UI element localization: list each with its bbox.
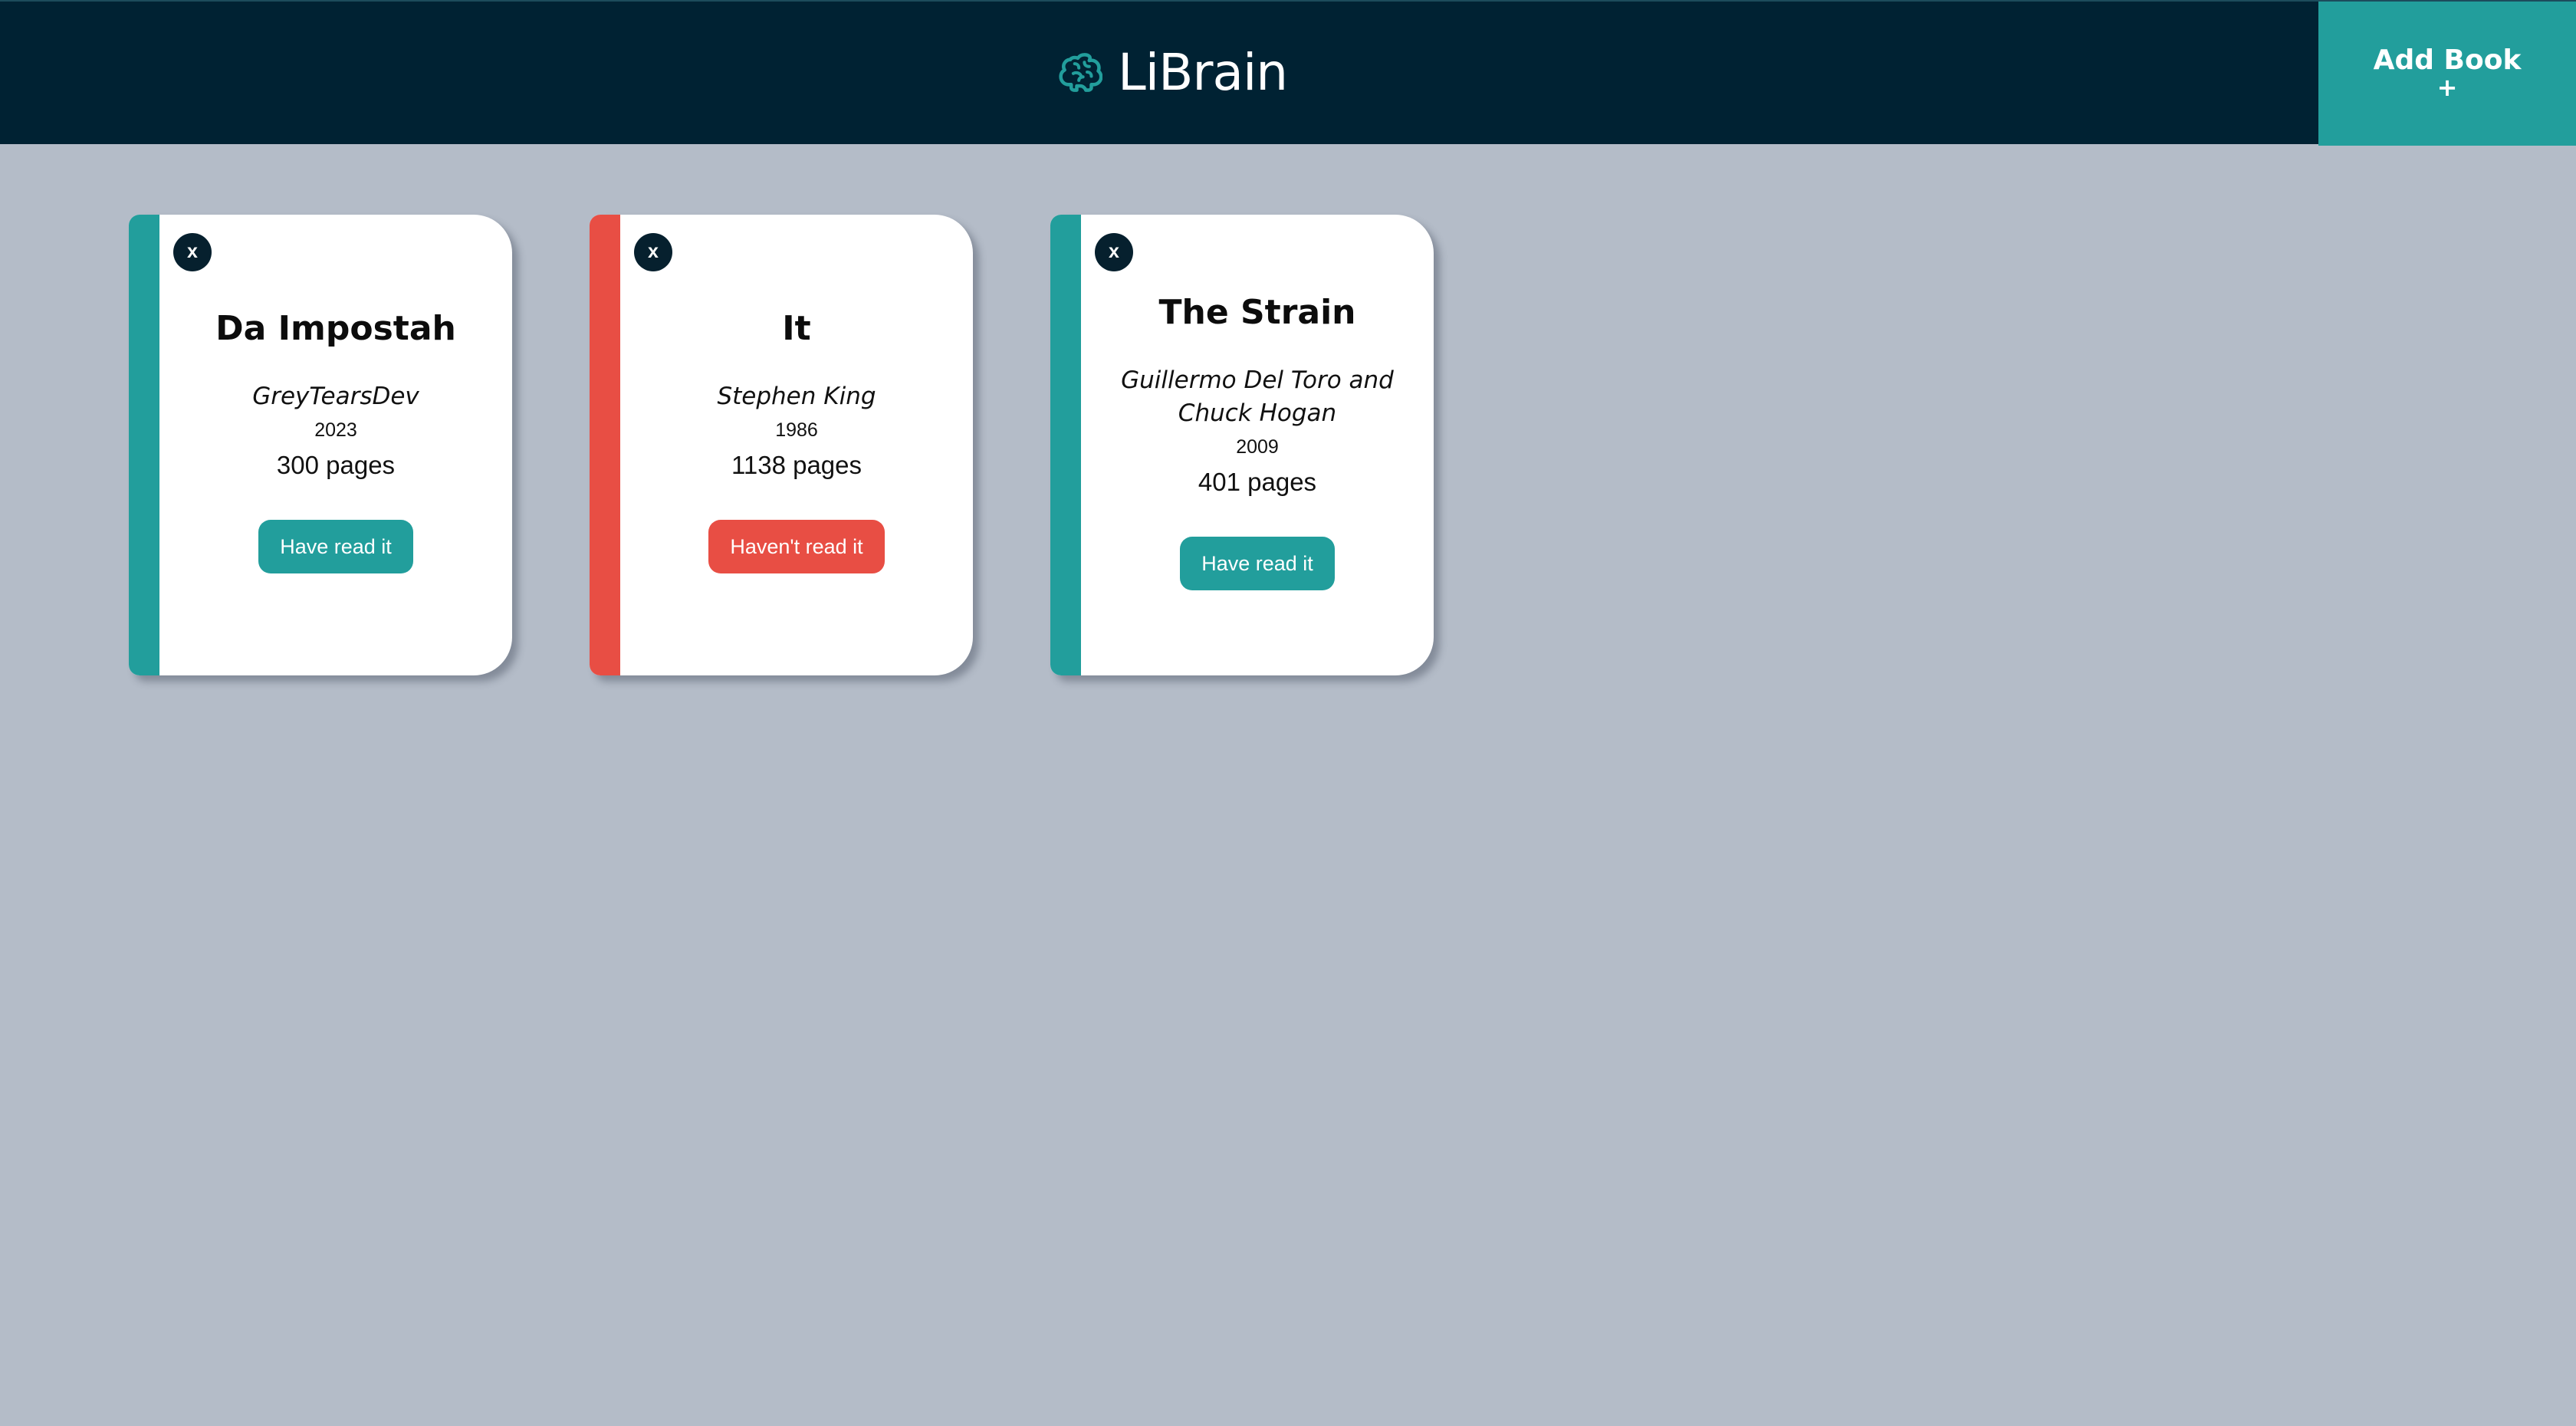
app-title: LiBrain (1118, 42, 1288, 102)
book-details: The Strain Guillermo Del Toro and Chuck … (1081, 215, 1434, 675)
book-author: Guillermo Del Toro and Chuck Hogan (1121, 366, 1394, 427)
book-pages: 300 pages (276, 451, 396, 479)
add-book-label: Add Book (2373, 44, 2522, 76)
book-spine-read (129, 215, 159, 675)
read-status-button[interactable]: Have read it (258, 520, 413, 573)
book-details: It Stephen King 1986 1138 pages Haven't … (620, 215, 973, 675)
book-details: Da Impostah GreyTearsDev 2023 300 pages … (159, 215, 512, 675)
book-year: 2023 (314, 419, 357, 441)
book-card: x Da Impostah GreyTearsDev 2023 300 page… (129, 215, 512, 675)
book-spine-unread (590, 215, 620, 675)
book-author: GreyTearsDev (252, 383, 419, 410)
book-card: x The Strain Guillermo Del Toro and Chuc… (1050, 215, 1434, 675)
book-year: 2009 (1236, 435, 1279, 458)
add-book-button[interactable]: Add Book + (2318, 2, 2576, 146)
book-year: 1986 (775, 419, 818, 441)
plus-icon: + (2436, 73, 2458, 102)
brand-logo: LiBrain (1058, 41, 1288, 103)
book-spine-read (1050, 215, 1081, 675)
book-card: x It Stephen King 1986 1138 pages Haven'… (590, 215, 973, 675)
book-title: It (782, 309, 811, 348)
book-pages: 1138 pages (731, 451, 863, 479)
brain-icon (1059, 53, 1102, 92)
read-status-button[interactable]: Haven't read it (708, 520, 885, 573)
top-bar: LiBrain Add Book + (0, 0, 2576, 146)
book-pages: 401 pages (1198, 467, 1317, 496)
book-title: Da Impostah (215, 309, 456, 348)
book-title: The Strain (1158, 292, 1356, 332)
read-status-button[interactable]: Have read it (1180, 536, 1335, 590)
book-author: Stephen King (717, 383, 876, 410)
